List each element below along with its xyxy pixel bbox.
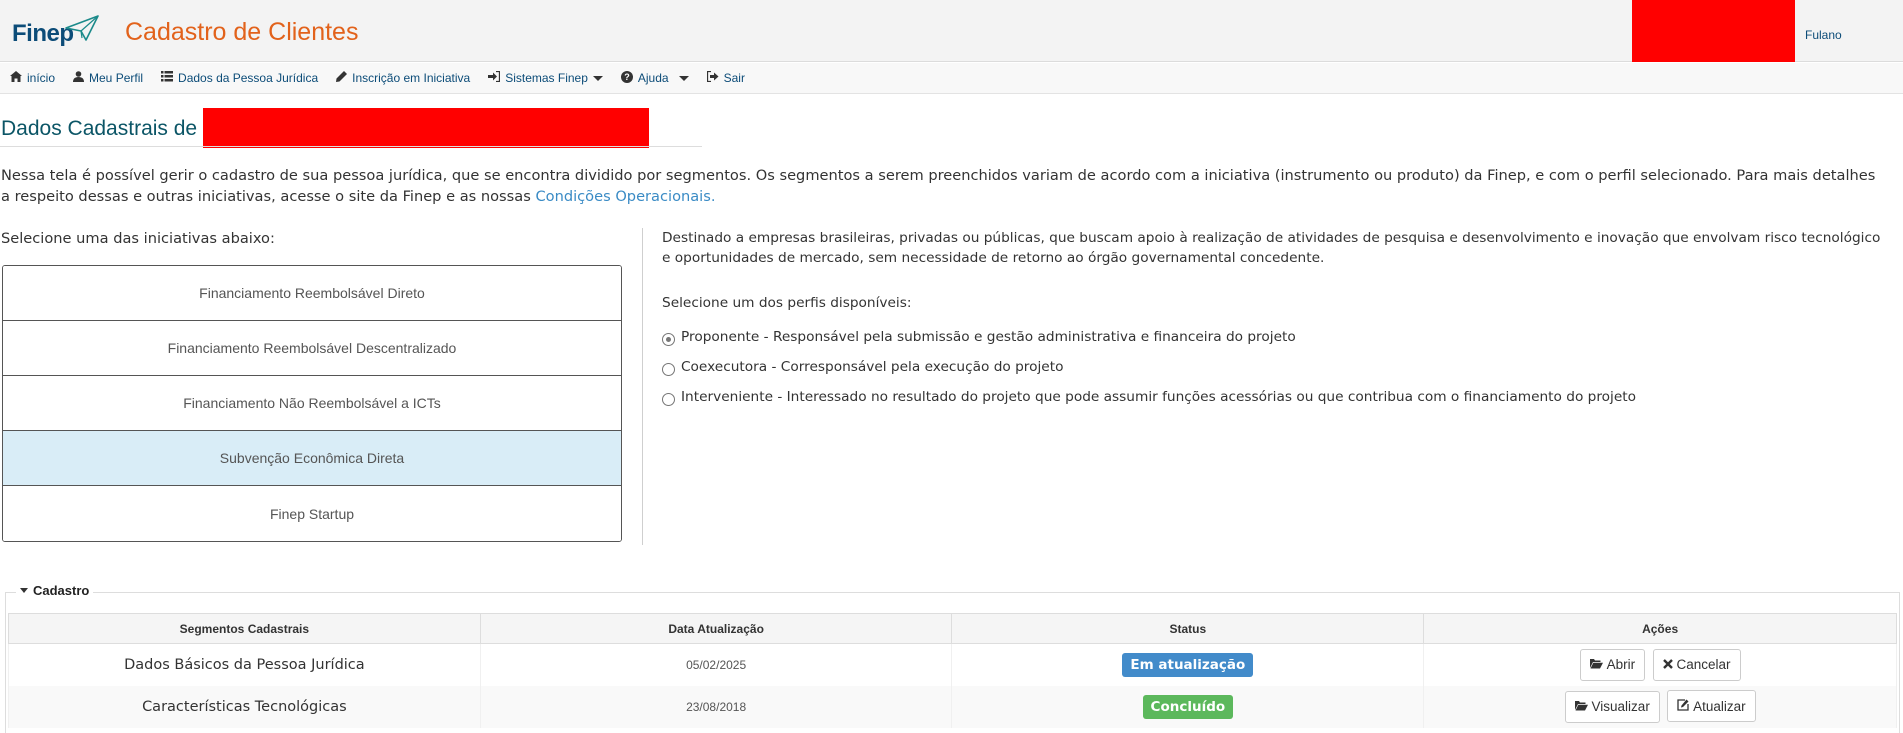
update-date: 05/02/2025 xyxy=(479,643,953,686)
nav-item-label: Meu Perfil xyxy=(89,71,144,85)
radio-button[interactable] xyxy=(662,393,675,406)
redacted-area xyxy=(1632,0,1795,62)
sign-in-icon xyxy=(488,70,501,85)
status-cell: Em atualização xyxy=(951,643,1425,686)
initiative-item-subvencao-economica[interactable]: Subvenção Econômica Direta xyxy=(3,431,621,486)
atualizar-button[interactable]: Atualizar xyxy=(1667,690,1756,723)
actions-cell: Abrir Cancelar xyxy=(1423,643,1897,686)
pencil-icon xyxy=(336,71,348,85)
radio-button[interactable] xyxy=(662,333,675,346)
table-row: Dados Básicos da Pessoa Jurídica 05/02/2… xyxy=(8,643,1897,686)
actions-cell: Visualizar Atualizar xyxy=(1423,685,1897,728)
home-icon xyxy=(10,71,22,85)
heading-divider xyxy=(0,146,702,147)
page-title: Dados Cadastrais de xyxy=(1,108,650,148)
nav-item-label: Sair xyxy=(723,71,745,85)
profile-option-label: Proponente - Responsável pela submissão … xyxy=(681,328,1296,345)
nav-item-label: Ajuda xyxy=(637,71,669,85)
finep-logo[interactable]: Finep xyxy=(12,14,99,52)
app-title: Cadastro de Clientes xyxy=(125,18,359,46)
folder-open-icon xyxy=(1589,658,1603,672)
nav-item-label: Inscrição em Iniciativa xyxy=(352,71,471,85)
nav-item-label: Dados da Pessoa Jurídica xyxy=(178,71,319,85)
profile-option-coexecutora[interactable]: Coexecutora - Corresponsável pela execuç… xyxy=(662,357,1063,376)
profile-option-label: Coexecutora - Corresponsável pela execuç… xyxy=(681,358,1064,375)
initiative-item-nao-reembolsavel-icts[interactable]: Financiamento Não Reembolsável a ICTs xyxy=(3,376,621,431)
sign-out-icon xyxy=(706,70,719,85)
nav-item-dados-pj[interactable]: Dados da Pessoa Jurídica xyxy=(161,71,318,85)
list-icon xyxy=(161,71,174,85)
nav-item-inicio[interactable]: início xyxy=(10,71,55,85)
column-divider xyxy=(642,228,643,545)
segment-name: Características Tecnológicas xyxy=(8,685,481,728)
column-header-acoes: Ações xyxy=(1423,613,1897,644)
page-title-text: Dados Cadastrais de xyxy=(1,117,198,140)
status-badge: Em atualização xyxy=(1122,652,1254,677)
table-header-row: Segmentos Cadastrais Data Atualização St… xyxy=(8,613,1897,644)
nav-item-meu-perfil[interactable]: Meu Perfil xyxy=(73,71,143,85)
button-label: Abrir xyxy=(1606,657,1636,673)
profile-option-interveniente[interactable]: Interveniente - Interessado no resultado… xyxy=(662,387,1636,406)
initiatives-label: Selecione uma das iniciativas abaixo: xyxy=(1,230,275,247)
cadastro-table: Segmentos Cadastrais Data Atualização St… xyxy=(8,613,1897,728)
button-label: Visualizar xyxy=(1591,699,1650,715)
nav-item-label: início xyxy=(27,71,56,85)
button-label: Cancelar xyxy=(1676,657,1731,673)
nav-item-inscricao[interactable]: Inscrição em Iniciativa xyxy=(336,71,470,85)
column-header-status: Status xyxy=(951,613,1425,644)
initiative-item-finep-startup[interactable]: Finep Startup xyxy=(3,486,621,541)
edit-icon xyxy=(1677,699,1689,714)
nav-item-sistemas-finep[interactable]: Sistemas Finep xyxy=(488,70,603,85)
chevron-down-icon xyxy=(592,75,603,81)
status-cell: Concluído xyxy=(951,685,1425,728)
app-header: Finep Cadastro de Clientes Fulano xyxy=(0,0,1903,62)
abrir-button[interactable]: Abrir xyxy=(1579,648,1646,681)
user-name[interactable]: Fulano xyxy=(1805,28,1842,42)
times-icon xyxy=(1662,658,1673,672)
profile-option-label: Interveniente - Interessado no resultado… xyxy=(681,388,1637,405)
redacted-company-name xyxy=(203,108,650,148)
main-navbar: início Meu Perfil Dados da Pessoa Jurídi… xyxy=(0,63,1903,94)
radio-button[interactable] xyxy=(662,363,675,376)
condicoes-operacionais-link[interactable]: Condições Operacionais. xyxy=(535,188,715,205)
profiles-label: Selecione um dos perfis disponíveis: xyxy=(662,295,912,311)
folder-open-icon xyxy=(1574,700,1588,714)
initiative-item-financiamento-direto[interactable]: Financiamento Reembolsável Direto xyxy=(3,266,621,321)
chevron-down-icon xyxy=(678,75,689,81)
nav-item-sair[interactable]: Sair xyxy=(706,70,745,85)
question-circle-icon: ? xyxy=(620,70,633,86)
cadastro-legend-label: Cadastro xyxy=(33,583,90,598)
segment-name: Dados Básicos da Pessoa Jurídica xyxy=(8,643,481,686)
intro-text: Nessa tela é possível gerir o cadastro d… xyxy=(1,167,1876,205)
button-label: Atualizar xyxy=(1693,698,1746,714)
update-date: 23/08/2018 xyxy=(479,685,953,728)
initiative-description: Destinado a empresas brasileiras, privad… xyxy=(662,230,1881,266)
initiatives-list: Financiamento Reembolsável Direto Financ… xyxy=(2,265,622,542)
caret-down-icon xyxy=(20,588,28,593)
cancelar-button[interactable]: Cancelar xyxy=(1652,648,1741,681)
column-header-data: Data Atualização xyxy=(479,613,953,644)
cadastro-legend[interactable]: Cadastro xyxy=(16,583,94,598)
profile-option-proponente[interactable]: Proponente - Responsável pela submissão … xyxy=(662,327,1296,346)
intro-paragraph: Nessa tela é possível gerir o cadastro d… xyxy=(1,165,1881,207)
nav-item-ajuda[interactable]: ? Ajuda xyxy=(620,70,689,86)
status-badge: Concluído xyxy=(1142,694,1234,719)
table-row: Características Tecnológicas 23/08/2018 … xyxy=(8,685,1897,728)
svg-text:?: ? xyxy=(624,72,630,82)
paper-plane-icon xyxy=(65,15,99,41)
nav-item-label: Sistemas Finep xyxy=(505,71,588,85)
visualizar-button[interactable]: Visualizar xyxy=(1564,690,1660,723)
user-icon xyxy=(73,71,85,85)
initiative-item-financiamento-descentralizado[interactable]: Financiamento Reembolsável Descentraliza… xyxy=(3,321,621,376)
column-header-segmentos: Segmentos Cadastrais xyxy=(8,613,481,644)
